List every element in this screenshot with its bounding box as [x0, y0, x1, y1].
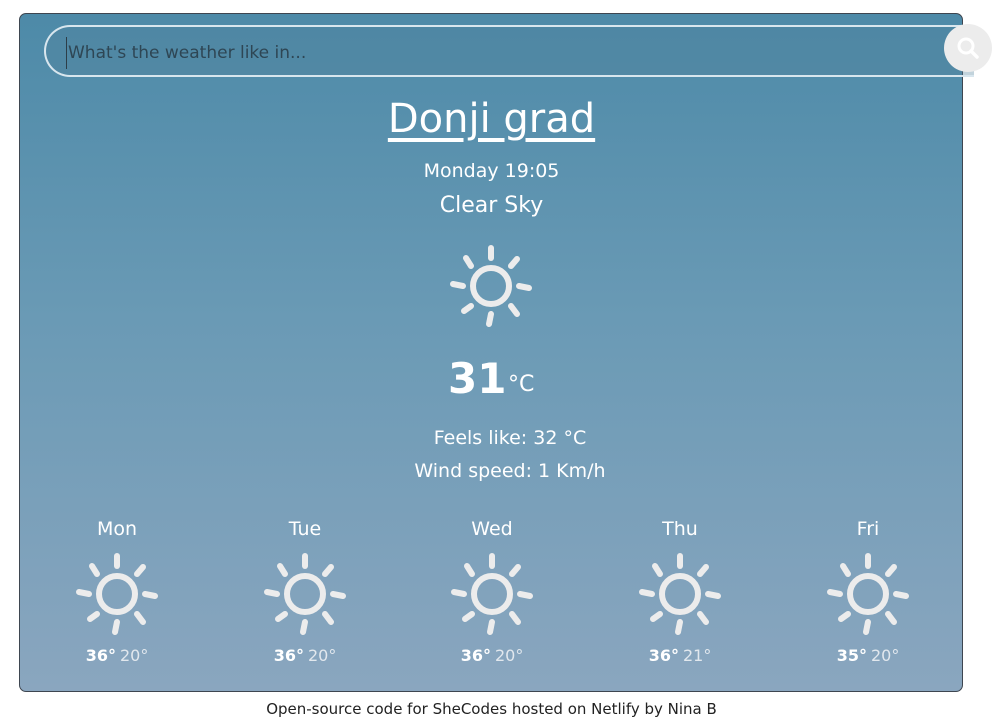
forecast-day-name: Thu	[662, 518, 698, 540]
current-temperature: 31	[448, 354, 507, 403]
forecast-temps: 36° 20°	[437, 646, 547, 665]
sun-icon	[451, 553, 533, 635]
search-input[interactable]	[66, 37, 930, 69]
forecast-day: Fri 35° 20°	[813, 518, 923, 665]
forecast-day: Wed 36° 20°	[437, 518, 547, 665]
city-name: Donji grad	[387, 96, 596, 142]
forecast-max: 36°	[273, 646, 304, 665]
forecast-max: 36°	[85, 646, 116, 665]
temperature-unit[interactable]: °C	[508, 372, 534, 397]
footer-credit[interactable]: Open-source code for SheCodes hosted on …	[0, 700, 983, 718]
forecast-temps: 36° 21°	[625, 646, 735, 665]
forecast-max: 36°	[648, 646, 679, 665]
forecast-min: 20°	[870, 646, 900, 665]
search-icon	[957, 37, 979, 59]
forecast-day-name: Mon	[96, 518, 138, 540]
forecast-day: Thu 36° 21°	[625, 518, 735, 665]
feels-like: Feels like: 32 °C	[433, 427, 587, 449]
forecast-min: 20°	[307, 646, 337, 665]
forecast-min: 20°	[494, 646, 524, 665]
sun-icon	[76, 553, 158, 635]
weather-description: Clear Sky	[439, 193, 544, 218]
search-bar	[44, 25, 974, 77]
forecast-day-name: Tue	[288, 518, 322, 540]
forecast-temps: 35° 20°	[813, 646, 923, 665]
forecast-min: 21°	[682, 646, 712, 665]
forecast-temps: 36° 20°	[250, 646, 360, 665]
forecast-day-name: Fri	[856, 518, 880, 540]
current-datetime: Monday 19:05	[423, 160, 560, 182]
wind-speed: Wind speed: 1 Km/h	[414, 460, 606, 482]
forecast-max: 36°	[460, 646, 491, 665]
forecast-min: 20°	[119, 646, 149, 665]
forecast-day: Mon 36° 20°	[62, 518, 172, 665]
forecast-max: 35°	[836, 646, 867, 665]
sun-icon	[827, 553, 909, 635]
forecast-day: Tue 36° 20°	[250, 518, 360, 665]
sun-icon	[639, 553, 721, 635]
forecast-temps: 36° 20°	[62, 646, 172, 665]
sun-icon	[450, 245, 532, 327]
search-button[interactable]	[944, 24, 992, 72]
sun-icon	[264, 553, 346, 635]
forecast-day-name: Wed	[471, 518, 513, 540]
